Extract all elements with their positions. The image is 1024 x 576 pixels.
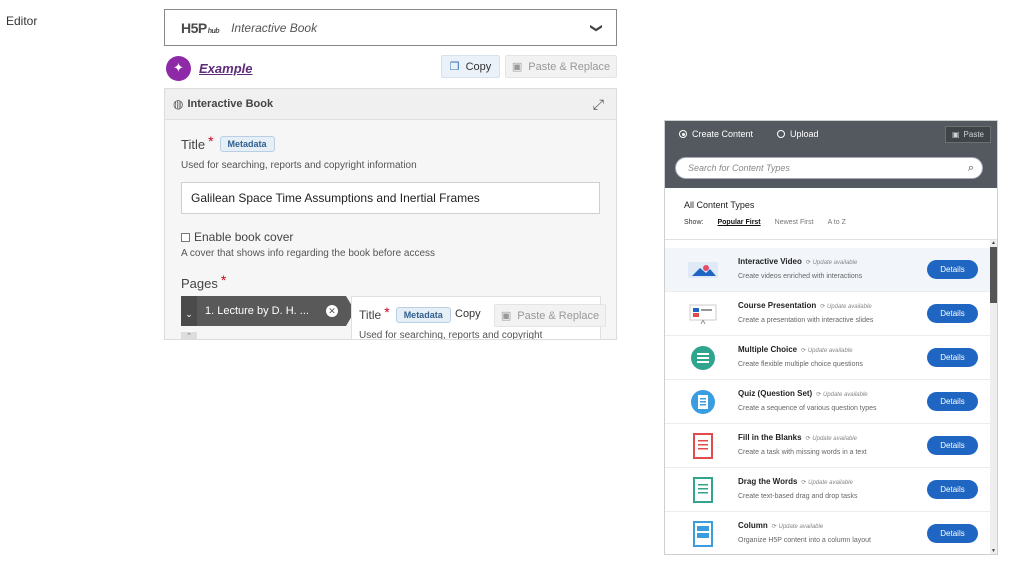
list-item[interactable]: Quiz (Question Set) ⟳ Update available Cr… [665, 380, 991, 424]
copy-icon: ❐ [449, 61, 460, 73]
h5p-hub-panel: Create Content Upload ▣ Paste Search for… [664, 120, 998, 555]
sort-newest[interactable]: Newest First [775, 219, 814, 226]
details-button[interactable]: Details [927, 348, 978, 367]
update-available-badge: ⟳ Update available [801, 480, 853, 486]
enable-cover-checkbox[interactable] [181, 232, 190, 242]
chapter-editor: Title * Metadata Copy ▣ Paste & Replace … [351, 296, 606, 340]
list-item[interactable]: Column ⟳ Update available Organize H5P co… [665, 512, 991, 554]
remove-chapter-icon[interactable]: ✕ [326, 305, 338, 317]
title-input[interactable]: Galilean Space Time Assumptions and Iner… [181, 182, 600, 214]
search-icon[interactable]: ⌕ [968, 162, 974, 175]
details-button[interactable]: Details [927, 392, 978, 411]
collapse-chevron-icon[interactable]: ⌄ [181, 296, 197, 326]
column-icon [687, 520, 719, 548]
chapter-copy-button[interactable]: Copy [452, 306, 484, 322]
paste-replace-button[interactable]: ▣ Paste & Replace [505, 55, 617, 78]
list-item[interactable]: Course Presentation ⟳ Update available Cr… [665, 292, 991, 336]
panel-header: ◍ Interactive Book ⤢ [165, 89, 616, 120]
magic-wand-icon: ✦ [166, 55, 191, 81]
hub-header: Create Content Upload ▣ Paste Search for… [665, 121, 997, 188]
update-available-badge: ⟳ Update available [820, 304, 872, 310]
book-icon: ◍ [173, 97, 184, 111]
course-presentation-icon [687, 300, 719, 328]
copy-button[interactable]: ❐ Copy [441, 55, 500, 78]
example-row: ✦ Example ❐ Copy ▣ Paste & Replace [166, 55, 617, 81]
content-type-filter: All Content Types Show: Popular First Ne… [665, 188, 997, 240]
update-available-badge: ⟳ Update available [805, 436, 857, 442]
title-label: Title * Metadata [181, 133, 275, 152]
sort-popular[interactable]: Popular First [717, 219, 760, 226]
update-available-badge: ⟳ Update available [771, 524, 824, 530]
content-type-list: Interactive Video ⟳ Update available Crea… [665, 240, 997, 554]
cover-description: A cover that shows info regarding the bo… [181, 248, 436, 259]
multiple-choice-icon [687, 344, 719, 372]
upload-tab[interactable]: Upload [790, 129, 819, 139]
metadata-button[interactable]: Metadata [219, 136, 275, 152]
drag-words-icon [687, 476, 719, 504]
chapter-metadata-button[interactable]: Metadata [395, 307, 451, 323]
fullscreen-icon[interactable]: ⤢ [593, 96, 604, 113]
interactive-video-icon [687, 256, 719, 284]
interactive-book-panel: ◍ Interactive Book ⤢ Title * Metadata Us… [164, 88, 617, 340]
create-content-radio[interactable] [679, 130, 687, 138]
sort-a-z[interactable]: A to Z [828, 219, 846, 226]
example-link[interactable]: Example [199, 61, 252, 76]
upload-radio[interactable] [777, 130, 786, 138]
chapter-tab[interactable]: ⌄ 1. Lecture by D. H. ... ✕ [181, 296, 355, 326]
question-set-icon [687, 388, 719, 416]
fill-blanks-icon [687, 432, 719, 460]
chapter-title-description: Used for searching, reports and copyrigh… [359, 330, 543, 340]
chapter-reorder-handle[interactable]: ⌃ [181, 332, 197, 339]
clipboard-icon: ▣ [511, 61, 523, 73]
enable-cover-row[interactable]: Enable book cover [181, 230, 293, 244]
selected-content-type: Interactive Book [231, 20, 318, 35]
chapter-title-label: Title * Metadata [359, 304, 451, 323]
pages-label: Pages * [181, 272, 227, 291]
h5p-hub-logo: H5Phub [181, 19, 220, 36]
list-item[interactable]: Interactive Video ⟳ Update available Crea… [665, 248, 991, 292]
clipboard-icon: ▣ [951, 130, 960, 139]
details-button[interactable]: Details [927, 436, 978, 455]
scrollbar-thumb[interactable] [990, 247, 997, 303]
content-type-selector[interactable]: H5Phub Interactive Book ❯ [164, 9, 617, 46]
search-input[interactable]: Search for Content Types ⌕ [675, 157, 983, 179]
chapter-paste-replace-button[interactable]: ▣ Paste & Replace [494, 304, 606, 327]
title-description: Used for searching, reports and copyrigh… [181, 160, 417, 171]
update-available-badge: ⟳ Update available [801, 348, 853, 354]
create-content-tab[interactable]: Create Content [692, 129, 753, 139]
details-button[interactable]: Details [927, 524, 978, 543]
list-item[interactable]: Multiple Choice ⟳ Update available Create… [665, 336, 991, 380]
scroll-down-icon[interactable]: ▼ [990, 548, 997, 554]
hub-paste-button[interactable]: ▣ Paste [945, 126, 991, 143]
list-item[interactable]: Fill in the Blanks ⟳ Update available Cre… [665, 424, 991, 468]
clipboard-icon: ▣ [500, 310, 512, 322]
scroll-up-icon[interactable]: ▲ [990, 240, 997, 246]
update-available-badge: ⟳ Update available [805, 260, 858, 266]
details-button[interactable]: Details [927, 304, 978, 323]
show-label: Show: [684, 219, 704, 226]
update-available-badge: ⟳ Update available [816, 392, 868, 398]
details-button[interactable]: Details [927, 260, 978, 279]
all-content-types-heading: All Content Types [684, 200, 755, 210]
editor-label: Editor [6, 14, 38, 28]
required-mark: * [208, 133, 214, 149]
chevron-down-icon[interactable]: ❯ [590, 22, 604, 32]
list-item[interactable]: Drag the Words ⟳ Update available Create … [665, 468, 991, 512]
details-button[interactable]: Details [927, 480, 978, 499]
